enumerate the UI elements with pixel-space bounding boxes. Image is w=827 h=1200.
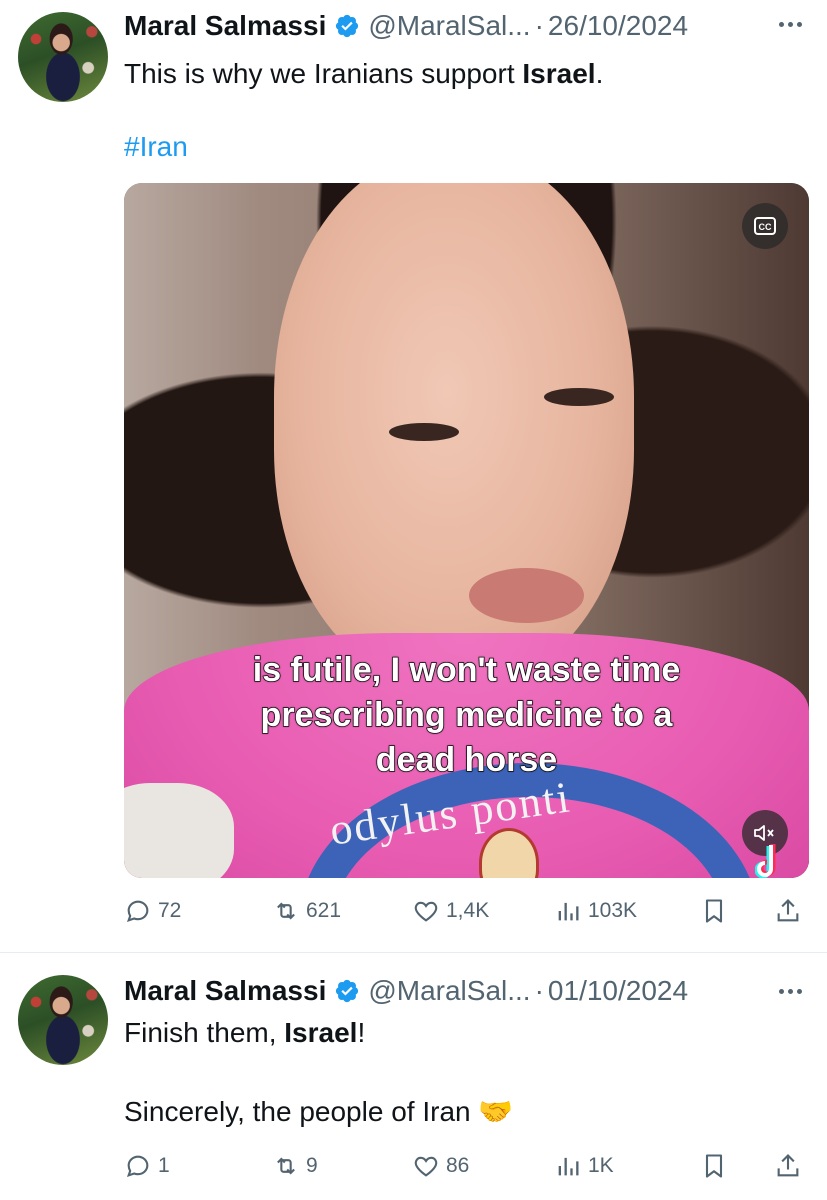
avatar[interactable] — [18, 12, 108, 102]
repost-count: 9 — [306, 1154, 318, 1177]
tweet-date[interactable]: 26/10/2024 — [548, 10, 688, 42]
reply-icon — [126, 900, 149, 923]
video-sleeve — [124, 783, 234, 878]
tweet-text-bold: Israel — [284, 1017, 358, 1048]
reply-count: 72 — [158, 899, 182, 922]
repost-button[interactable]: 621 — [272, 891, 341, 931]
avatar[interactable] — [18, 975, 108, 1065]
like-count: 1,4K — [446, 899, 490, 922]
share-button[interactable] — [774, 891, 802, 931]
tweet-header: Maral Salmassi @MaralSal... · 26/10/2024 — [124, 8, 688, 44]
reply-icon — [126, 1155, 149, 1178]
svg-text:CC: CC — [759, 222, 772, 232]
tweet-header: Maral Salmassi @MaralSal... · 01/10/2024 — [124, 973, 688, 1009]
handshake-emoji-icon: 🤝 — [478, 1096, 514, 1127]
verified-badge-icon — [336, 979, 359, 1003]
reply-button[interactable]: 1 — [124, 1146, 170, 1186]
author-handle[interactable]: @MaralSal... — [368, 975, 530, 1007]
video-eye — [544, 388, 614, 406]
views-button[interactable]: 1K — [554, 1146, 614, 1186]
muted-speaker-icon — [754, 825, 774, 841]
closed-captions-icon: CC — [754, 217, 776, 235]
author-name[interactable]: Maral Salmassi — [124, 975, 326, 1007]
more-options-icon[interactable] — [775, 14, 805, 34]
tweet-actions: 1 9 86 1K — [124, 1146, 809, 1186]
tweet-text-line-1: Finish them, Israel! — [124, 1015, 365, 1051]
tweet-text-line-2: Sincerely, the people of Iran 🤝 — [124, 1094, 513, 1130]
video-lips — [469, 568, 584, 623]
repost-icon — [277, 1157, 295, 1175]
separator-dot: · — [534, 975, 544, 1006]
tweet[interactable]: Maral Salmassi @MaralSal... · 26/10/2024… — [0, 0, 827, 953]
tweet-text-suffix: . — [595, 58, 604, 89]
share-button[interactable] — [774, 1146, 802, 1186]
like-button[interactable]: 86 — [412, 1146, 469, 1186]
tweet-actions: 72 621 1,4K 103K — [124, 891, 809, 931]
video-player[interactable]: odylus ponti is futile, I won't waste ti… — [124, 183, 809, 878]
tweet[interactable]: Maral Salmassi @MaralSal... · 01/10/2024… — [0, 953, 827, 1200]
like-button[interactable]: 1,4K — [412, 891, 489, 931]
repost-icon — [277, 902, 295, 920]
video-caption: is futile, I won't waste time prescribin… — [124, 648, 809, 783]
bookmark-icon — [705, 1154, 723, 1178]
repost-button[interactable]: 9 — [272, 1146, 318, 1186]
view-count: 1K — [588, 1154, 614, 1177]
caption-line: prescribing medicine to a — [260, 695, 673, 735]
closed-captions-button[interactable]: CC — [742, 203, 788, 249]
view-count: 103K — [588, 899, 638, 922]
hashtag-link[interactable]: #Iran — [124, 131, 188, 163]
bookmark-button[interactable] — [700, 1146, 728, 1186]
reply-count: 1 — [158, 1154, 170, 1177]
author-name[interactable]: Maral Salmassi — [124, 10, 326, 42]
views-chart-icon — [558, 902, 579, 921]
tweet-text-line-2-text: Sincerely, the people of Iran — [124, 1096, 471, 1127]
like-count: 86 — [446, 1154, 470, 1177]
heart-icon — [414, 901, 438, 922]
heart-icon — [414, 1156, 438, 1177]
more-options-icon[interactable] — [775, 981, 805, 1001]
separator-dot: · — [534, 10, 544, 41]
tweet-text-bold: Israel — [522, 58, 596, 89]
repost-count: 621 — [306, 899, 342, 922]
tweet-text-prefix: This is why we Iranians support — [124, 58, 523, 89]
bookmark-icon — [705, 899, 723, 923]
caption-line: is futile, I won't waste time — [252, 650, 681, 690]
caption-line: dead horse — [375, 740, 558, 780]
tweet-text: This is why we Iranians support Israel. — [124, 56, 603, 92]
views-chart-icon — [558, 1157, 579, 1176]
reply-button[interactable]: 72 — [124, 891, 181, 931]
video-eye — [389, 423, 459, 441]
bookmark-button[interactable] — [700, 891, 728, 931]
tweet-date[interactable]: 01/10/2024 — [548, 975, 688, 1007]
tiktok-logo-icon — [755, 844, 776, 878]
author-handle[interactable]: @MaralSal... — [368, 10, 530, 42]
views-button[interactable]: 103K — [554, 891, 637, 931]
share-icon — [777, 1154, 799, 1177]
verified-badge-icon — [336, 14, 359, 38]
share-icon — [777, 899, 799, 922]
tweet-text-prefix: Finish them, — [124, 1017, 285, 1048]
tweet-text-suffix: ! — [357, 1017, 366, 1048]
